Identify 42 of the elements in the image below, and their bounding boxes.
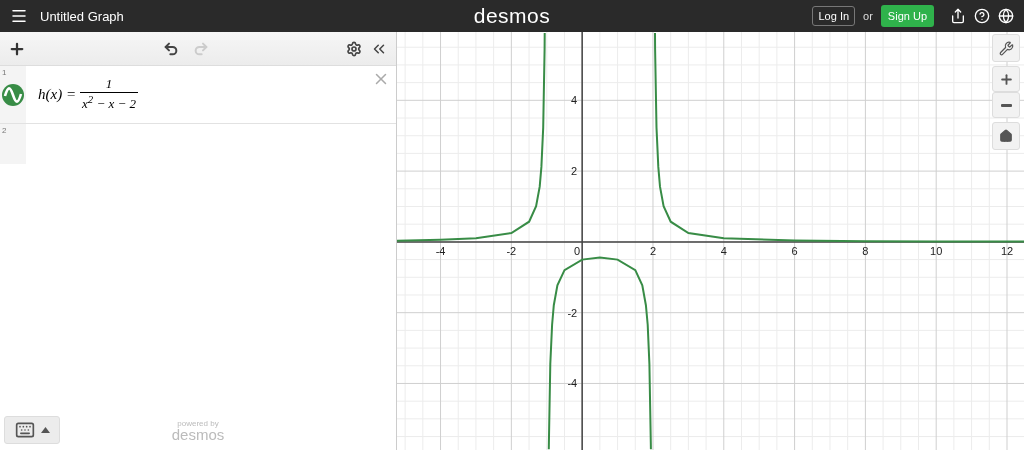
tick-label: 4 [571, 94, 578, 107]
function-name: h(x) = [38, 86, 77, 103]
settings-wrench-button[interactable] [992, 34, 1020, 62]
tick-label: 6 [791, 244, 798, 257]
keyboard-icon [14, 420, 35, 440]
curve-color-icon[interactable] [2, 83, 24, 106]
tick-label: 8 [862, 244, 869, 257]
or-text: or [863, 10, 873, 22]
tick-label: -2 [506, 244, 517, 257]
tick-label: 2 [649, 244, 657, 257]
powered-by-text: powered by [177, 418, 219, 428]
settings-icon[interactable] [346, 40, 362, 57]
tick-label: 2 [571, 165, 578, 178]
wrench-icon [998, 40, 1014, 56]
share-icon[interactable] [950, 8, 966, 24]
tick-label: 0 [574, 244, 581, 257]
login-button[interactable]: Log In [812, 6, 856, 26]
caret-up-icon [40, 427, 50, 433]
help-icon[interactable] [974, 8, 990, 24]
numerator: 1 [80, 76, 139, 94]
tick-label: 10 [930, 244, 943, 257]
menu-icon[interactable] [10, 7, 28, 25]
home-button[interactable] [992, 122, 1020, 150]
tick-label: 12 [1000, 244, 1014, 257]
footer-logo: desmos [171, 427, 225, 442]
keyboard-button[interactable] [4, 416, 60, 444]
globe-icon[interactable] [998, 8, 1014, 24]
zoom-in-button[interactable] [992, 66, 1020, 92]
graph-title: Untitled Graph [40, 8, 124, 24]
minus-icon [1000, 103, 1012, 107]
row-number: 2 [2, 126, 7, 135]
row-number: 1 [2, 68, 7, 77]
tick-label: 4 [720, 244, 727, 257]
undo-icon[interactable] [163, 40, 179, 57]
tick-label: -4 [435, 244, 446, 257]
tick-label: -4 [567, 377, 578, 390]
plus-icon [998, 71, 1014, 87]
tick-label: -2 [567, 306, 578, 319]
denominator: x$^{2}$ − x − 2 [82, 93, 137, 113]
logo: desmos [473, 4, 551, 28]
zoom-out-button[interactable] [992, 92, 1020, 118]
home-icon [999, 129, 1013, 143]
